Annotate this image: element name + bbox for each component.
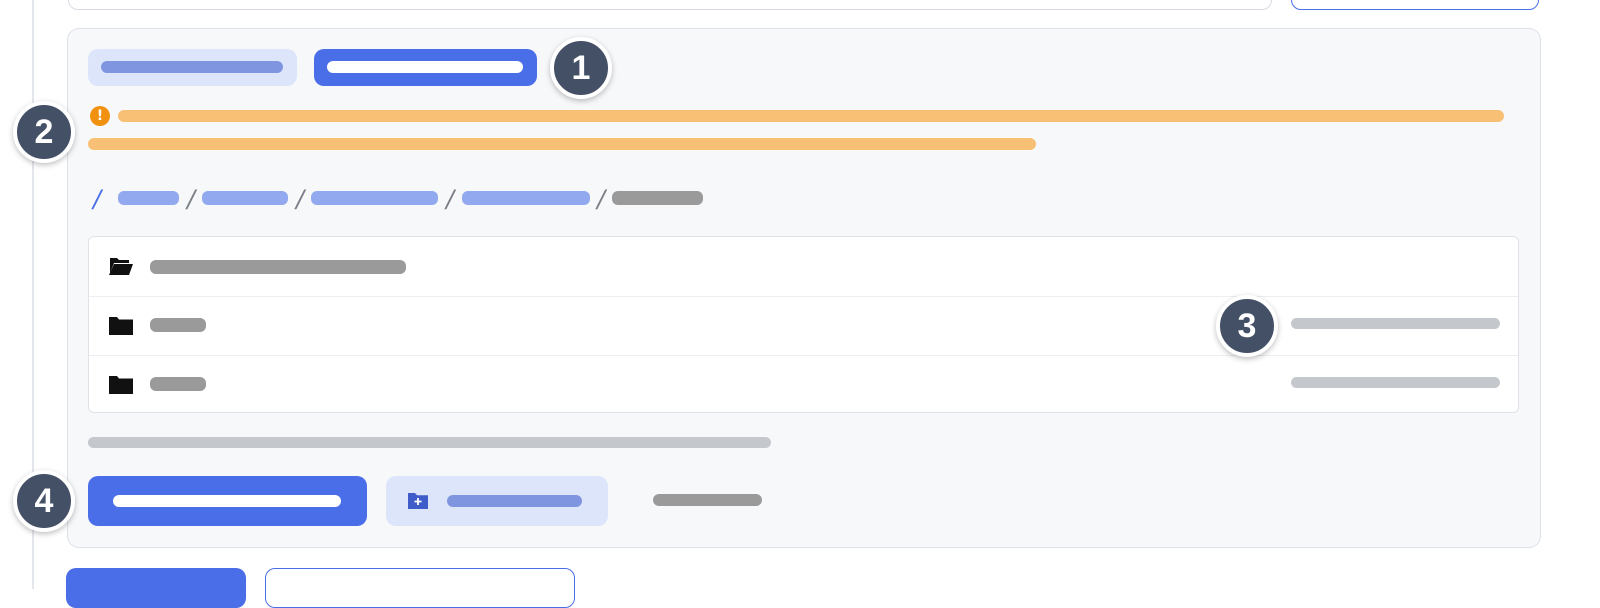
folder-modified-date [1291, 377, 1500, 388]
folder-modified-date [1291, 318, 1500, 329]
breadcrumb-link-4[interactable] [462, 191, 590, 205]
helper-text [88, 437, 771, 448]
folder-icon [109, 376, 133, 394]
folder-name [150, 377, 206, 391]
tab-inactive-label [101, 61, 283, 73]
bottom-outline-button[interactable] [265, 568, 575, 608]
tab-active[interactable] [314, 49, 537, 86]
tab-active-label [327, 61, 523, 73]
row-divider [89, 355, 1518, 356]
select-folder-button-label [113, 495, 341, 507]
annotation-marker-3: 3 [1216, 295, 1278, 357]
folder-name [150, 260, 406, 274]
row-divider [89, 296, 1518, 297]
annotation-marker-2: 2 [13, 101, 75, 163]
tab-inactive[interactable] [88, 49, 297, 86]
cancel-link[interactable] [653, 494, 762, 506]
breadcrumb-separator: / [296, 185, 305, 213]
folder-icon [109, 317, 133, 335]
top-outline-button[interactable] [1291, 0, 1539, 10]
top-input-field[interactable] [68, 0, 1272, 10]
breadcrumb-separator: / [597, 185, 606, 213]
bottom-primary-button[interactable] [66, 568, 246, 608]
breadcrumb-separator: / [446, 185, 455, 213]
select-folder-button[interactable] [88, 476, 367, 526]
breadcrumb-root-link[interactable]: / [93, 187, 101, 211]
breadcrumb-separator: / [187, 185, 196, 213]
annotation-marker-1: 1 [550, 37, 612, 99]
breadcrumb-link-1[interactable] [118, 191, 179, 205]
annotation-marker-4: 4 [13, 470, 75, 532]
warning-text-line-2 [88, 138, 1036, 150]
folder-plus-icon [408, 493, 428, 509]
breadcrumb-link-3[interactable] [311, 191, 438, 205]
folder-name [150, 318, 206, 332]
warning-text-line-1 [118, 110, 1504, 122]
new-folder-button-label [447, 495, 582, 507]
exclamation-circle-icon: ! [90, 106, 110, 126]
new-folder-button[interactable] [386, 476, 608, 526]
folder-open-icon [109, 258, 133, 275]
breadcrumb-current [612, 191, 703, 205]
breadcrumb-link-2[interactable] [202, 191, 288, 205]
